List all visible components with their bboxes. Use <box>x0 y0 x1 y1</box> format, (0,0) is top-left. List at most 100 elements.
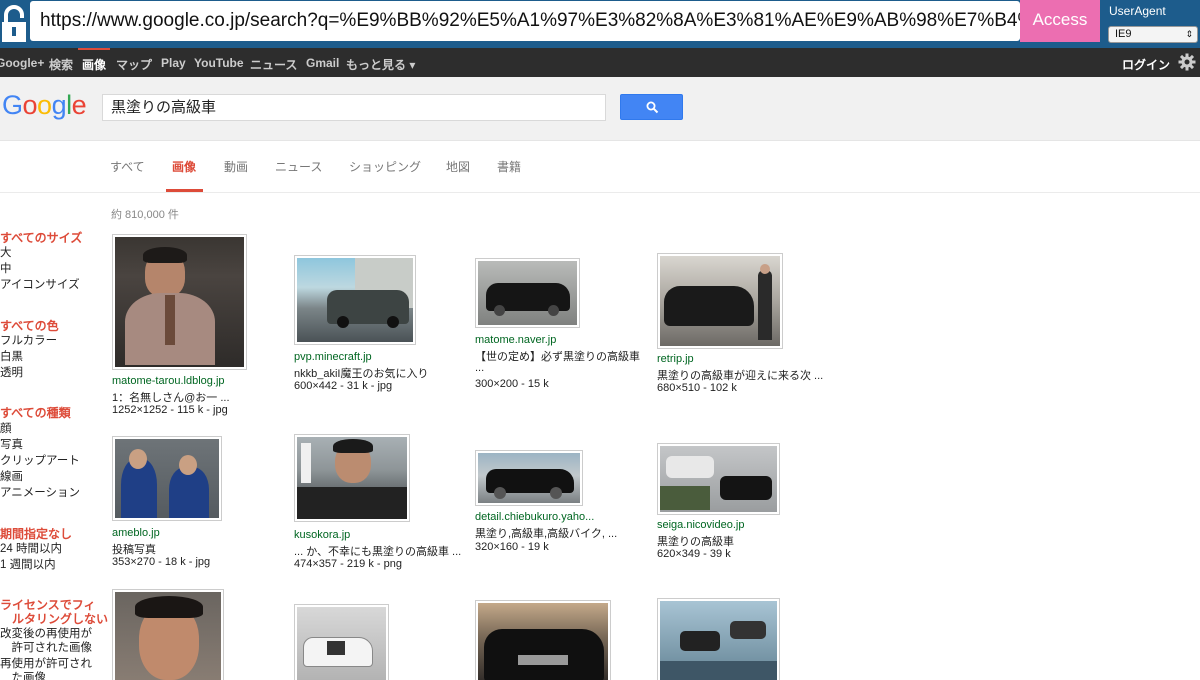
result-source-link[interactable]: ameblo.jp <box>112 527 160 539</box>
result-image <box>478 603 608 680</box>
google-nav-bar: Google+ 検索 画像 マップ Play YouTube ニュース Gmai… <box>0 48 1200 77</box>
result-caption[interactable]: 1：名無しさん@お一 ... <box>112 389 230 405</box>
gbar-item-search[interactable]: 検索 <box>49 56 73 73</box>
url-input[interactable]: https://www.google.co.jp/search?q=%E9%BB… <box>30 1 1020 41</box>
filter-license-modify[interactable]: 改変後の再使用が 許可された画像 <box>0 627 92 655</box>
google-logo[interactable]: Google <box>2 90 87 121</box>
gbar-item-more[interactable]: もっと見る ▾ <box>346 56 415 73</box>
result-caption[interactable]: ... か、不幸にも黒塗りの高級車 ... <box>294 543 461 559</box>
result-thumbnail[interactable] <box>112 589 224 680</box>
result-image <box>115 439 219 518</box>
search-header: Google 黒塗りの高級車 <box>0 77 1200 141</box>
result-thumbnail[interactable] <box>294 434 410 522</box>
filter-size-large[interactable]: 大 <box>0 246 12 260</box>
filter-type-heading[interactable]: すべての種類 <box>0 406 71 420</box>
tab-images[interactable]: 画像 <box>172 158 196 175</box>
active-nav-indicator <box>78 48 110 50</box>
filter-color-full[interactable]: フルカラー <box>0 334 57 348</box>
result-thumbnail[interactable] <box>657 253 783 349</box>
result-thumbnail[interactable] <box>294 255 416 345</box>
result-image <box>478 453 580 503</box>
result-source-link[interactable]: retrip.jp <box>657 353 694 365</box>
filter-type-clipart[interactable]: クリップアート <box>0 454 80 468</box>
tab-shopping[interactable]: ショッピング <box>349 158 421 175</box>
filter-type-face[interactable]: 顔 <box>0 422 12 436</box>
result-source-link[interactable]: matome-tarou.ldblog.jp <box>112 375 225 387</box>
result-caption[interactable]: 【世の定め】必ず黒塗りの高級車 <box>475 348 640 364</box>
result-caption[interactable]: 黒塗り,高級車,高級バイク, ... <box>475 525 617 541</box>
result-source-link[interactable]: matome.naver.jp <box>475 334 556 346</box>
result-meta: 300×200 - 15 k <box>475 378 549 390</box>
result-type-tabs: すべて 画像 動画 ニュース ショッピング 地図 書籍 <box>0 141 1200 193</box>
tab-maps[interactable]: 地図 <box>446 158 470 175</box>
gbar-item-images[interactable]: 画像 <box>82 56 106 73</box>
gbar-item-google-plus[interactable]: Google+ <box>0 56 44 70</box>
login-link[interactable]: ログイン <box>1122 56 1170 73</box>
result-caption[interactable]: 投稿写真 <box>112 541 156 557</box>
gear-icon[interactable] <box>1178 53 1196 71</box>
select-arrows-icon: ⇕ <box>1185 29 1193 39</box>
result-meta: 680×510 - 102 k <box>657 382 737 394</box>
result-thumbnail[interactable] <box>657 598 780 680</box>
result-caption-ellipsis: ... <box>475 362 485 374</box>
gbar-item-news[interactable]: ニュース <box>250 56 297 73</box>
result-image <box>478 261 577 325</box>
result-source-link[interactable]: seiga.nicovideo.jp <box>657 519 744 531</box>
result-image <box>115 592 221 680</box>
tab-all[interactable]: すべて <box>110 158 145 175</box>
tab-videos[interactable]: 動画 <box>224 158 248 175</box>
result-image <box>660 601 777 680</box>
tab-news[interactable]: ニュース <box>275 158 322 175</box>
result-thumbnail[interactable] <box>294 604 389 680</box>
logo-letter: o <box>37 90 52 120</box>
filter-license-reuse[interactable]: 再使用が許可され た画像 <box>0 657 92 680</box>
filter-type-photo[interactable]: 写真 <box>0 438 23 452</box>
result-meta: 620×349 - 39 k <box>657 548 731 560</box>
result-image <box>660 446 777 512</box>
result-image <box>297 258 413 342</box>
useragent-select[interactable]: IE9 ⇕ <box>1108 26 1198 43</box>
filter-size-icon[interactable]: アイコンサイズ <box>0 278 80 292</box>
filter-size-medium[interactable]: 中 <box>0 262 12 276</box>
result-source-link[interactable]: kusokora.jp <box>294 529 350 541</box>
gbar-item-gmail[interactable]: Gmail <box>306 56 339 70</box>
tab-books[interactable]: 書籍 <box>497 158 521 175</box>
lock-icon <box>0 4 28 44</box>
search-button[interactable] <box>620 94 683 120</box>
result-meta: 474×357 - 219 k - png <box>294 558 402 570</box>
filter-time-heading[interactable]: 期間指定なし <box>0 527 72 541</box>
result-thumbnail[interactable] <box>112 234 247 370</box>
logo-letter: g <box>51 90 67 120</box>
result-caption[interactable]: 黒塗りの高級車が迎えに来る次 ... <box>657 367 823 383</box>
result-image <box>297 607 386 680</box>
gbar-item-play[interactable]: Play <box>161 56 186 70</box>
result-thumbnail[interactable] <box>657 443 780 515</box>
filter-time-week[interactable]: 1 週間以内 <box>0 558 56 572</box>
filter-color-transparent[interactable]: 透明 <box>0 366 23 380</box>
gbar-item-youtube[interactable]: YouTube <box>194 56 244 70</box>
filter-time-24h[interactable]: 24 時間以内 <box>0 542 62 556</box>
result-caption[interactable]: nkkb_akiI魔王のお気に入り <box>294 365 428 381</box>
filter-color-heading[interactable]: すべての色 <box>0 319 59 333</box>
result-source-link[interactable]: detail.chiebukuro.yaho... <box>475 511 594 523</box>
result-thumbnail[interactable] <box>112 436 222 521</box>
result-source-link[interactable]: pvp.minecraft.jp <box>294 351 372 363</box>
filter-type-lineart[interactable]: 線画 <box>0 470 23 484</box>
result-thumbnail[interactable] <box>475 450 583 506</box>
filter-color-bw[interactable]: 白黒 <box>0 350 23 364</box>
result-meta: 353×270 - 18 k - jpg <box>112 556 211 568</box>
filter-size-heading[interactable]: すべてのサイズ <box>0 231 82 245</box>
result-caption[interactable]: 黒塗りの高級車 <box>657 533 734 549</box>
result-thumbnail[interactable] <box>475 600 611 680</box>
result-thumbnail[interactable] <box>475 258 580 328</box>
result-count: 約 810,000 件 <box>111 209 179 221</box>
active-tab-underline <box>166 189 203 192</box>
result-meta: 1252×1252 - 115 k - jpg <box>112 404 228 416</box>
filter-license-heading[interactable]: ライセンスでフィ ルタリングしない <box>0 598 108 626</box>
result-meta: 320×160 - 19 k <box>475 541 549 553</box>
gbar-item-maps[interactable]: マップ <box>116 56 152 73</box>
search-input[interactable]: 黒塗りの高級車 <box>102 94 606 121</box>
filter-type-animation[interactable]: アニメーション <box>0 486 80 500</box>
access-button[interactable]: Access <box>1020 0 1100 42</box>
logo-letter: e <box>71 90 87 120</box>
